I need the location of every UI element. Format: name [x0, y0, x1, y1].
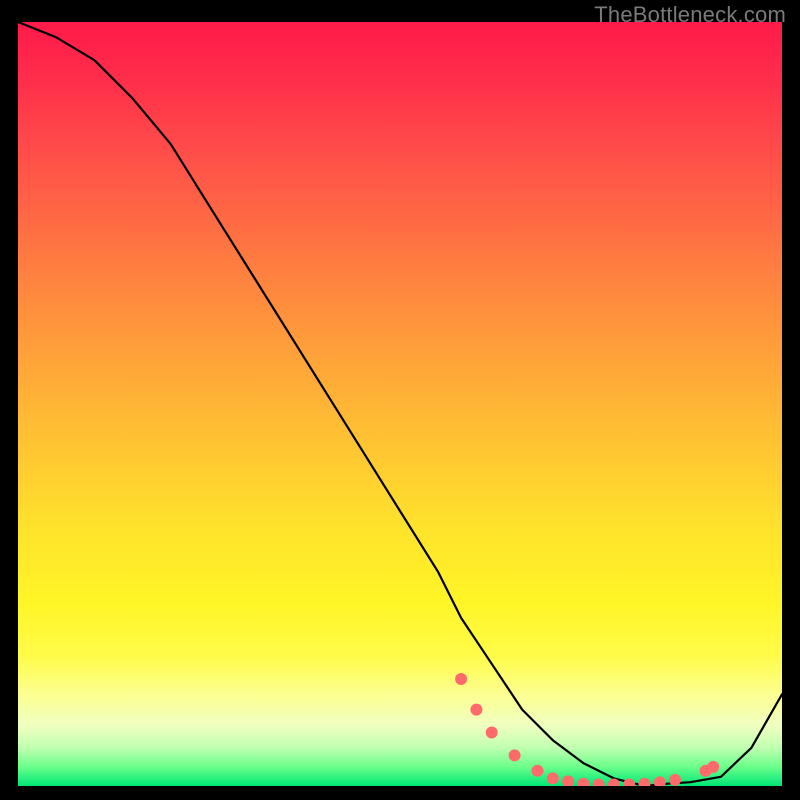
data-marker: [532, 765, 544, 777]
data-marker: [577, 778, 589, 786]
marker-group: [455, 673, 719, 786]
data-marker: [486, 727, 498, 739]
data-marker: [654, 776, 666, 786]
bottleneck-curve: [18, 22, 782, 786]
data-marker: [455, 673, 467, 685]
data-marker: [707, 761, 719, 773]
data-marker: [623, 779, 635, 787]
watermark-text: TheBottleneck.com: [594, 2, 786, 28]
data-marker: [470, 704, 482, 716]
data-marker: [639, 778, 651, 786]
data-marker: [562, 775, 574, 786]
data-marker: [509, 749, 521, 761]
data-marker: [593, 779, 605, 787]
curve-group: [18, 22, 782, 786]
chart-stage: TheBottleneck.com: [0, 0, 800, 800]
plot-area: [18, 22, 782, 786]
chart-svg: [18, 22, 782, 786]
data-marker: [547, 772, 559, 784]
data-marker: [669, 774, 681, 786]
